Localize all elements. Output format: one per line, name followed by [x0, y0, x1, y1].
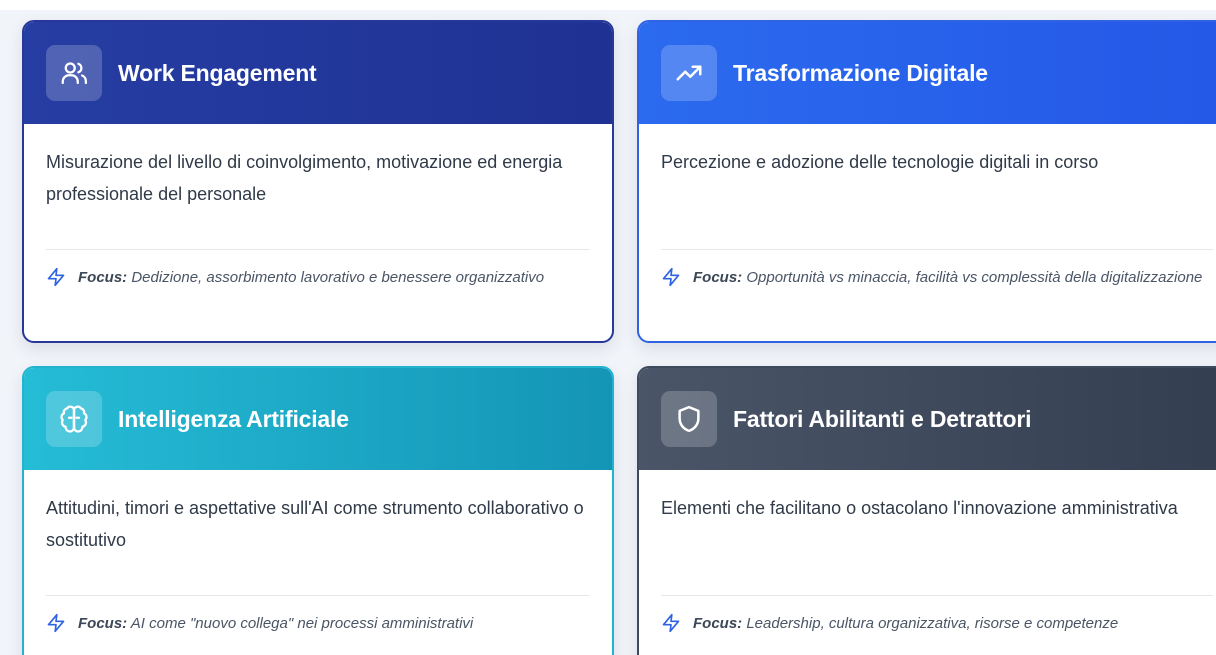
card-description: Elementi che facilitano o ostacolano l'i… — [661, 498, 1178, 518]
focus-text-wrapper: Focus: Leadership, cultura organizzativa… — [693, 612, 1118, 636]
focus-label: Focus: — [693, 269, 743, 286]
card-trasformazione-digitale: Trasformazione Digitale Percezione e ado… — [637, 20, 1216, 343]
card-title: Intelligenza Artificiale — [118, 405, 349, 432]
divider — [46, 595, 590, 596]
focus-text-wrapper: Focus: Opportunità vs minaccia, facilità… — [693, 266, 1202, 290]
card-title: Fattori Abilitanti e Detrattori — [733, 405, 1032, 432]
card-header: Work Engagement — [24, 22, 612, 124]
focus-text: AI come "nuovo collega" nei processi amm… — [127, 615, 474, 632]
shield-icon — [661, 391, 717, 447]
card-intelligenza-artificiale: Intelligenza Artificiale Attitudini, tim… — [22, 366, 614, 655]
card-title: Trasformazione Digitale — [733, 59, 988, 86]
divider — [661, 595, 1213, 596]
lightning-bolt-icon — [47, 267, 65, 287]
focus-text: Dedizione, assorbimento lavorativo e ben… — [127, 269, 545, 286]
focus-label: Focus: — [78, 615, 128, 632]
top-strip — [0, 0, 1216, 10]
card-fattori-abilitanti: Fattori Abilitanti e Detrattori Elementi… — [637, 366, 1216, 655]
card-header: Fattori Abilitanti e Detrattori — [639, 368, 1216, 470]
card-body: Attitudini, timori e aspettative sull'AI… — [24, 470, 612, 636]
card-focus: Focus: AI come "nuovo collega" nei proce… — [46, 612, 590, 636]
focus-text: Leadership, cultura organizzativa, risor… — [742, 615, 1119, 632]
divider — [661, 249, 1213, 250]
card-work-engagement: Work Engagement Misurazione del livello … — [22, 20, 614, 343]
lightning-bolt-icon — [662, 267, 680, 287]
focus-text-wrapper: Focus: Dedizione, assorbimento lavorativ… — [78, 266, 544, 290]
lightning-bolt-icon — [47, 613, 65, 633]
card-header: Intelligenza Artificiale — [24, 368, 612, 470]
card-description: Percezione e adozione delle tecnologie d… — [661, 152, 1099, 172]
card-description: Attitudini, timori e aspettative sull'AI… — [46, 498, 584, 550]
users-icon — [46, 45, 102, 101]
card-title: Work Engagement — [118, 59, 317, 86]
card-focus: Focus: Opportunità vs minaccia, facilità… — [661, 266, 1213, 290]
brain-icon — [46, 391, 102, 447]
card-focus: Focus: Leadership, cultura organizzativa… — [661, 612, 1213, 636]
trending-up-icon — [661, 45, 717, 101]
card-body: Percezione e adozione delle tecnologie d… — [639, 124, 1216, 290]
card-focus: Focus: Dedizione, assorbimento lavorativ… — [46, 266, 590, 290]
card-description: Misurazione del livello di coinvolgiment… — [46, 152, 563, 204]
focus-label: Focus: — [693, 615, 743, 632]
card-body: Misurazione del livello di coinvolgiment… — [24, 124, 612, 290]
card-body: Elementi che facilitano o ostacolano l'i… — [639, 470, 1216, 636]
lightning-bolt-icon — [662, 613, 680, 633]
card-header: Trasformazione Digitale — [639, 22, 1216, 124]
focus-label: Focus: — [78, 269, 128, 286]
focus-text-wrapper: Focus: AI come "nuovo collega" nei proce… — [78, 612, 473, 636]
dimensions-grid: Work Engagement Misurazione del livello … — [0, 0, 1216, 655]
divider — [46, 249, 590, 250]
focus-text: Opportunità vs minaccia, facilità vs com… — [742, 269, 1203, 286]
